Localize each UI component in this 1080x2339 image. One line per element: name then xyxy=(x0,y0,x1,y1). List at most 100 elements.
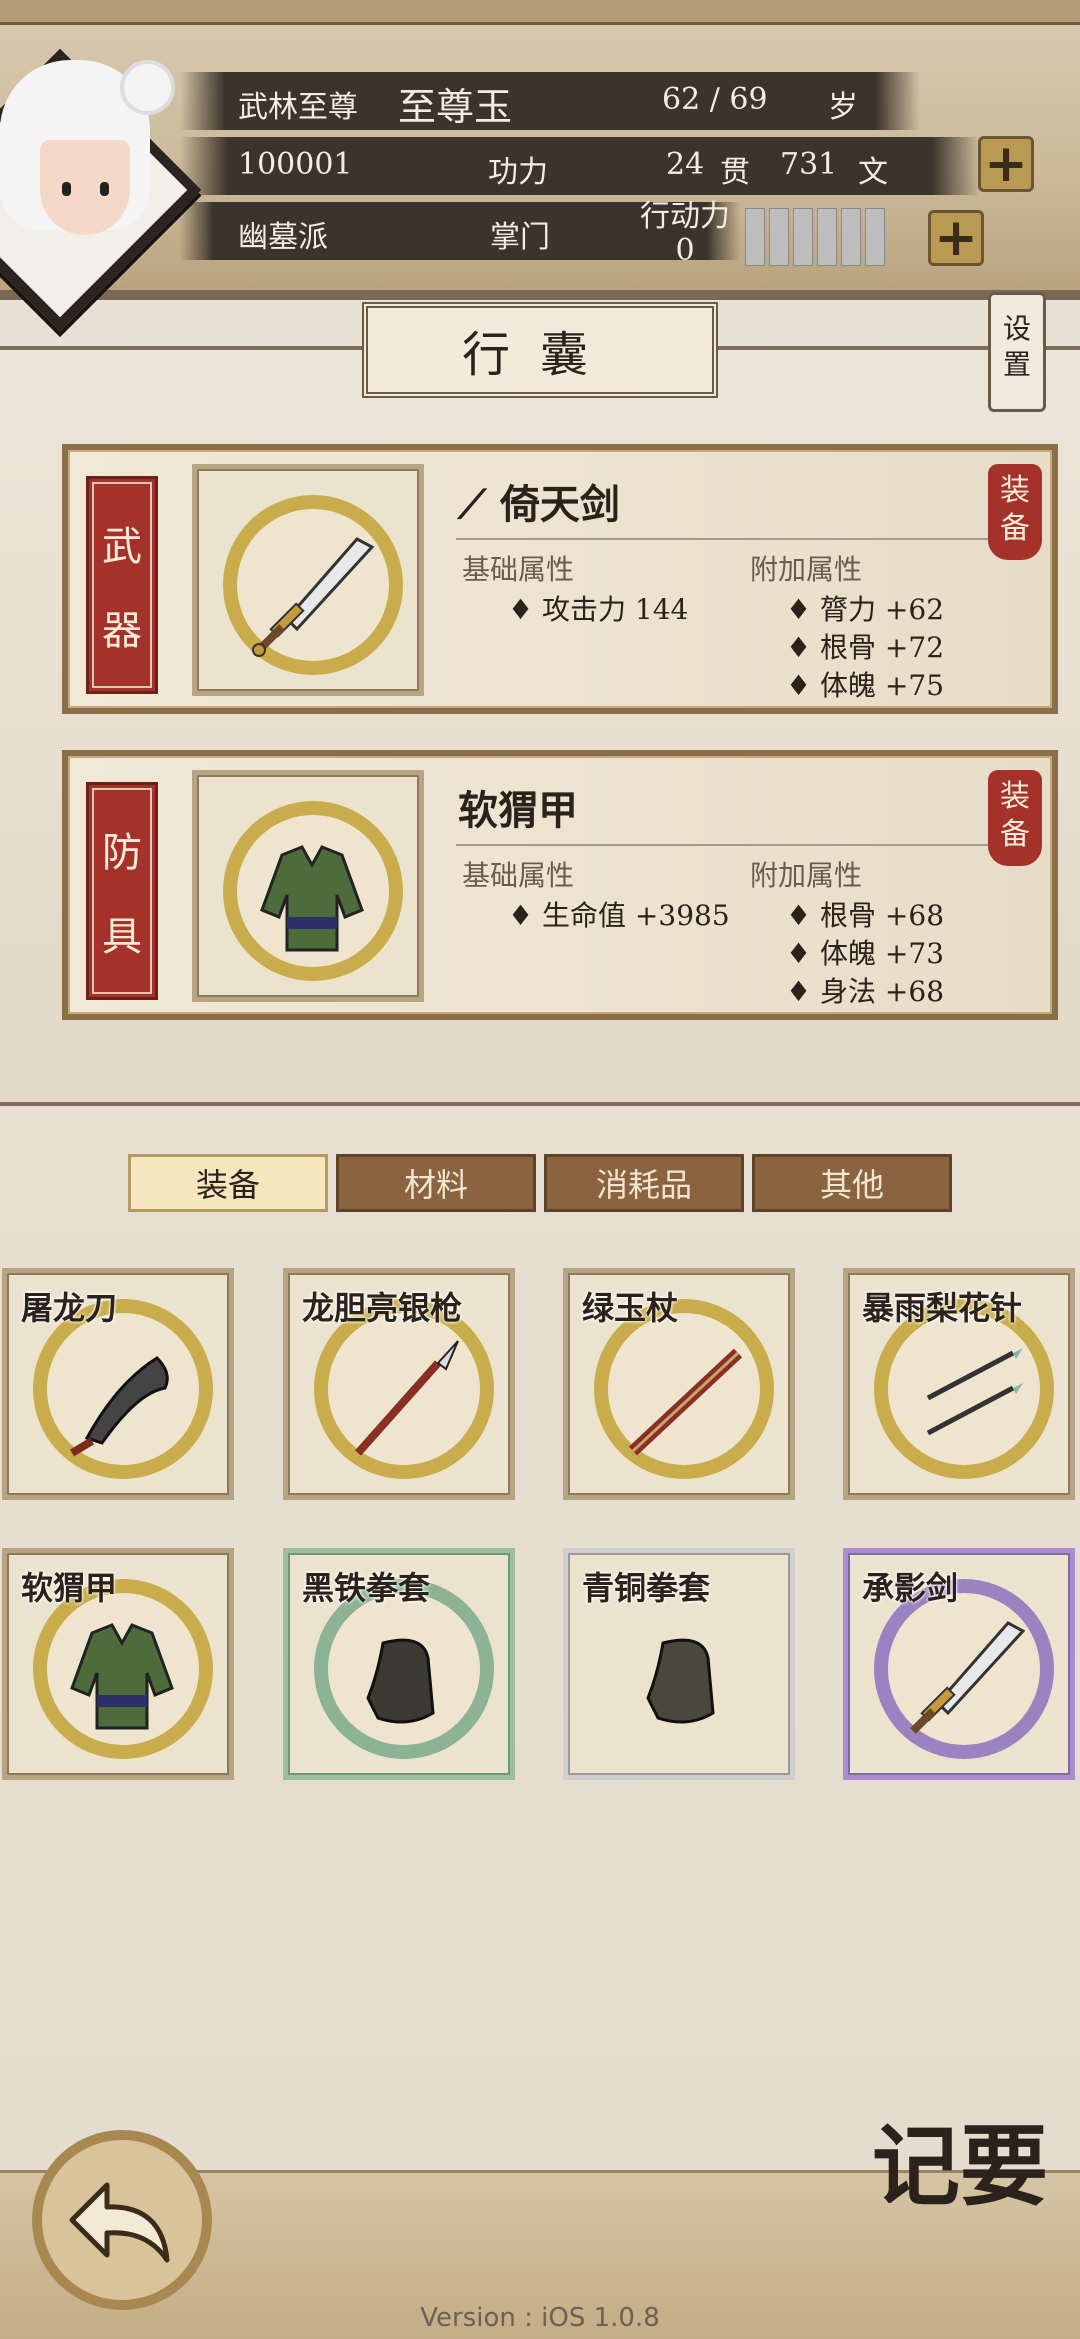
extra-attr: ♦ 根骨 +68 xyxy=(786,899,945,932)
armor-icon xyxy=(70,1623,174,1730)
add-action-button[interactable]: + xyxy=(928,210,984,266)
inventory-item[interactable]: 屠龙刀 xyxy=(2,1268,234,1500)
extra-attr: ♦ 体魄 +75 xyxy=(786,669,945,702)
sect-name: 幽墓派 xyxy=(238,220,328,255)
gauntlet-icon xyxy=(646,1638,715,1724)
base-attr: ♦ 攻击力 144 xyxy=(508,593,689,626)
inventory-item[interactable]: 绿玉杖 xyxy=(563,1268,795,1500)
sect-role: 掌门 xyxy=(490,220,550,255)
player-name: 至尊玉 xyxy=(398,85,513,129)
extra-attr: ♦ 膂力 +62 xyxy=(786,593,945,626)
item-name: 承影剑 xyxy=(862,1569,959,1607)
slot-char: 武 xyxy=(102,524,142,570)
base-attr: ♦ 生命值 +3985 xyxy=(508,899,730,932)
slot-char: 防 xyxy=(102,830,142,876)
action-points: 行动力 0 xyxy=(640,200,730,268)
money-wen: 731 xyxy=(780,147,838,182)
action-bar-segment xyxy=(841,208,861,266)
action-bar-segment xyxy=(865,208,885,266)
action-bar xyxy=(745,208,885,266)
needle-icon xyxy=(926,1348,1023,1436)
sword-icon: ⟋ xyxy=(458,481,486,528)
extra-attr: ♦ 根骨 +72 xyxy=(786,631,945,664)
skill-label: 功力 xyxy=(488,155,548,190)
action-bar-segment xyxy=(745,208,765,266)
item-name: 青铜拳套 xyxy=(582,1569,711,1607)
notes-label: 记要 xyxy=(872,2114,1049,2218)
inventory-item[interactable]: 承影剑 xyxy=(843,1548,1075,1780)
action-bar-segment xyxy=(793,208,813,266)
money-guan-unit: 贯 xyxy=(720,155,750,190)
sword-icon xyxy=(910,1621,1026,1734)
extra-attr: ♦ 身法 +68 xyxy=(786,975,945,1008)
gauntlet-icon xyxy=(366,1638,435,1724)
staff-icon xyxy=(628,1348,743,1456)
player-id: 100001 xyxy=(238,147,353,182)
item-name: 屠龙刀 xyxy=(21,1289,118,1327)
inventory-tabs: 装备 材料 消耗品 其他 xyxy=(128,1154,952,1212)
page-title: 行囊 xyxy=(362,302,718,398)
base-attr-label: 基础属性 xyxy=(462,859,575,892)
version-label: Version : iOS 1.0.8 xyxy=(420,2303,660,2333)
item-name: 绿玉杖 xyxy=(582,1289,679,1327)
action-bar-segment xyxy=(769,208,789,266)
saber-icon xyxy=(69,1356,169,1457)
slot-tag: 防 具 xyxy=(86,782,158,1000)
add-money-button[interactable]: + xyxy=(978,136,1034,192)
inventory-item[interactable]: 暴雨梨花针 xyxy=(843,1268,1075,1500)
equipped-item-name: 软猬甲 xyxy=(458,787,578,834)
slot-char: 器 xyxy=(102,608,142,654)
avatar[interactable] xyxy=(0,48,202,332)
avatar-eye xyxy=(100,182,109,196)
settings-label: 设置 xyxy=(1002,312,1031,381)
item-name: 软猬甲 xyxy=(21,1569,118,1607)
item-name: 暴雨梨花针 xyxy=(862,1289,1023,1327)
base-attr-label: 基础属性 xyxy=(462,553,575,586)
inventory-item[interactable]: 软猬甲 xyxy=(2,1548,234,1780)
settings-button[interactable]: 设置 xyxy=(988,292,1046,412)
inventory-item[interactable]: 龙胆亮银枪 xyxy=(283,1268,515,1500)
equipped-item-box[interactable] xyxy=(192,770,424,1002)
divider xyxy=(456,844,1026,846)
extra-attr-label: 附加属性 xyxy=(750,859,863,892)
item-name: 龙胆亮银枪 xyxy=(302,1289,463,1327)
equipped-badge: 装备 xyxy=(988,464,1042,560)
extra-attr-label: 附加属性 xyxy=(750,553,863,586)
extra-attr: ♦ 体魄 +73 xyxy=(786,937,945,970)
spear-icon xyxy=(355,1340,459,1456)
notes-button[interactable]: 记要 xyxy=(872,2120,1072,2330)
equipped-item-box[interactable] xyxy=(192,464,424,696)
item-name-text: 倚天剑 xyxy=(499,481,620,528)
item-name: 黑铁拳套 xyxy=(302,1569,431,1607)
divider xyxy=(456,538,1026,540)
age-unit: 岁 xyxy=(828,90,858,125)
info-row-stats: 100001 功力 24 贯 731 文 xyxy=(180,137,980,195)
money-guan: 24 xyxy=(666,147,705,182)
avatar-face xyxy=(40,140,130,235)
action-bar-segment xyxy=(817,208,837,266)
slot-tag: 武 器 xyxy=(86,476,158,694)
info-row-name: 武林至尊 至尊玉 62 / 69 岁 xyxy=(180,72,920,130)
armor-icon xyxy=(260,845,364,952)
inventory-item[interactable]: 青铜拳套 xyxy=(563,1548,795,1780)
tab-materials[interactable]: 材料 xyxy=(336,1154,536,1212)
tab-equipment[interactable]: 装备 xyxy=(128,1154,328,1212)
sword-icon xyxy=(252,537,375,657)
equipped-weapon-card[interactable]: 武 器 ⟋ 倚天剑 基础属性 附加属性 ♦ 攻击力 144 ♦ 膂力 +62 ♦… xyxy=(62,444,1058,714)
inventory-item[interactable]: 黑铁拳套 xyxy=(283,1548,515,1780)
money-wen-unit: 文 xyxy=(858,155,888,190)
action-value: 0 xyxy=(675,233,695,268)
slot-char: 具 xyxy=(102,914,142,960)
action-label: 行动力 xyxy=(640,199,730,234)
equipped-armor-card[interactable]: 防 具 软猬甲 基础属性 附加属性 ♦ 生命值 +3985 ♦ 根骨 +68 ♦… xyxy=(62,750,1058,1020)
avatar-eye xyxy=(62,182,71,196)
back-button[interactable] xyxy=(32,2130,212,2310)
equipped-item-name: ⟋ 倚天剑 xyxy=(458,472,620,530)
avatar-hair-bun xyxy=(120,60,175,115)
equipped-badge: 装备 xyxy=(988,770,1042,866)
tab-other[interactable]: 其他 xyxy=(752,1154,952,1212)
tab-consumables[interactable]: 消耗品 xyxy=(544,1154,744,1212)
age-value: 62 / 69 xyxy=(662,82,768,117)
back-arrow-icon xyxy=(69,2182,170,2263)
rank-title: 武林至尊 xyxy=(238,90,358,125)
